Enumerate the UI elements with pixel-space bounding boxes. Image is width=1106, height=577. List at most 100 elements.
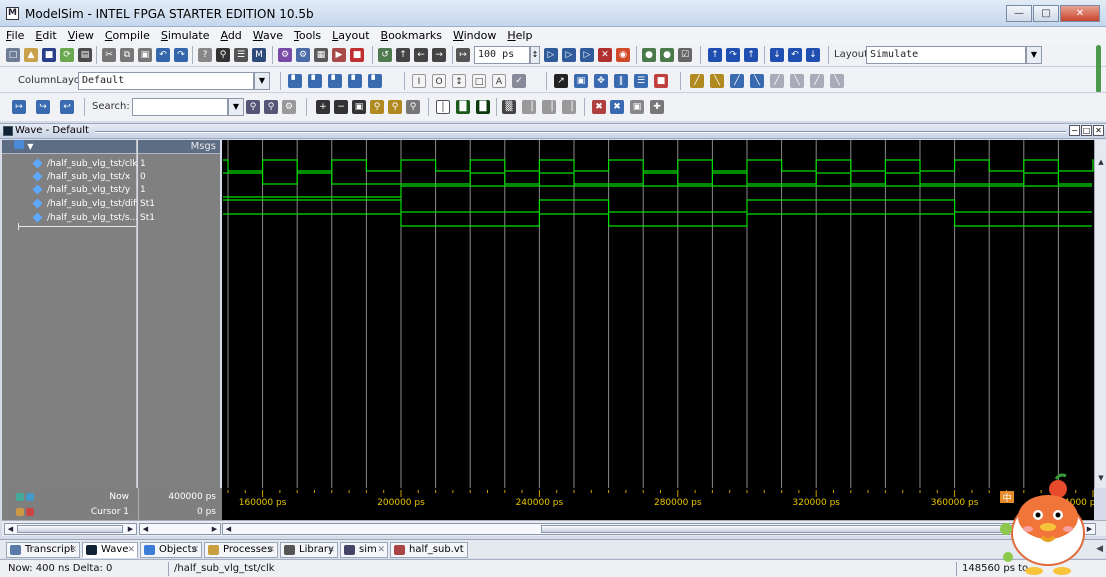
memory-icon[interactable]: ▦ bbox=[314, 48, 328, 62]
edit-mode-icon[interactable]: ‖ bbox=[614, 74, 628, 88]
stop-drawing-icon[interactable]: ■ bbox=[654, 74, 668, 88]
layout-select[interactable]: Simulate bbox=[866, 46, 1026, 64]
menu-help[interactable]: Help bbox=[507, 29, 532, 42]
insert-breakpoint-icon[interactable]: █ bbox=[456, 100, 470, 114]
time-ruler[interactable]: 160000 ps 200000 ps 240000 ps 280000 ps 3200… bbox=[222, 488, 1094, 520]
internal-filter-icon[interactable]: □ bbox=[472, 74, 486, 88]
back-icon[interactable]: ← bbox=[414, 48, 428, 62]
signal-row[interactable]: /half_sub_vlg_tst/y bbox=[4, 184, 137, 197]
save-icon[interactable]: ■ bbox=[42, 48, 56, 62]
finish-icon[interactable]: ◉ bbox=[616, 48, 630, 62]
menu-edit[interactable]: Edit bbox=[35, 29, 56, 42]
cursor-lock-icon[interactable] bbox=[16, 508, 24, 516]
find-edge-8-icon[interactable]: ╲ bbox=[830, 74, 844, 88]
menu-file[interactable]: File bbox=[6, 29, 24, 42]
modelsim-icon[interactable]: M bbox=[252, 48, 266, 62]
search-forward-icon[interactable]: ⚲ bbox=[246, 100, 260, 114]
cut-icon[interactable]: ✂ bbox=[102, 48, 116, 62]
zoom-out-icon[interactable]: − bbox=[334, 100, 348, 114]
open-folder-icon[interactable]: ▲ bbox=[24, 48, 38, 62]
scroll-left-icon[interactable]: ◀ bbox=[5, 524, 16, 534]
find-edge-6-icon[interactable]: ╲ bbox=[790, 74, 804, 88]
step-back-out-icon[interactable]: ↓ bbox=[806, 48, 820, 62]
maximize-icon[interactable]: □ bbox=[1033, 5, 1059, 22]
wave-close-icon[interactable]: ✕ bbox=[1093, 125, 1104, 136]
tab-scroll-left-icon[interactable]: ◀ bbox=[1096, 544, 1103, 554]
tree-icon[interactable]: ☰ bbox=[234, 48, 248, 62]
step-back-icon[interactable]: ↓ bbox=[770, 48, 784, 62]
undo-icon[interactable]: ↶ bbox=[156, 48, 170, 62]
search-options-icon[interactable]: ⚙ bbox=[282, 100, 296, 114]
find-icon[interactable]: ⚲ bbox=[216, 48, 230, 62]
find-edge-4-icon[interactable]: ╲ bbox=[750, 74, 764, 88]
close-icon[interactable]: ✕ bbox=[1060, 5, 1100, 22]
delete-cursor-icon[interactable]: ✖ bbox=[592, 100, 606, 114]
scroll-left-icon[interactable]: ◀ bbox=[223, 524, 234, 534]
scroll-up-icon[interactable]: ▲ bbox=[1095, 156, 1106, 168]
wave-format-3-icon[interactable]: ▕ bbox=[542, 100, 556, 114]
pan-mode-icon[interactable]: ✥ bbox=[594, 74, 608, 88]
zoom-cursor-icon[interactable]: ⚲ bbox=[370, 100, 384, 114]
stop-icon[interactable]: ✕ bbox=[598, 48, 612, 62]
print-icon[interactable]: ▤ bbox=[78, 48, 92, 62]
menu-simulate[interactable]: Simulate bbox=[161, 29, 210, 42]
tab-close-icon[interactable]: ✕ bbox=[191, 543, 199, 557]
find-edge-5-icon[interactable]: ╱ bbox=[770, 74, 784, 88]
menu-view[interactable]: View bbox=[68, 29, 94, 42]
names-hscroll[interactable]: ◀ ▶ bbox=[4, 523, 137, 535]
wave-format-2-icon[interactable]: ▕ bbox=[522, 100, 536, 114]
step-over-line-icon[interactable]: ↪ bbox=[36, 100, 50, 114]
tab-sim[interactable]: sim ✕ bbox=[340, 542, 388, 558]
wave-format-1-icon[interactable]: ▒ bbox=[502, 100, 516, 114]
signal-row[interactable]: /half_sub_vlg_tst/clk bbox=[4, 158, 137, 171]
scroll-right-icon[interactable]: ▶ bbox=[125, 524, 136, 534]
signal-row[interactable]: /half_sub_vlg_tst/s... bbox=[4, 212, 137, 225]
tab-processes[interactable]: Processes ✕ bbox=[204, 542, 278, 558]
step-up-icon[interactable]: ↑ bbox=[396, 48, 410, 62]
waveform-x[interactable] bbox=[223, 172, 1092, 185]
values-hscroll[interactable]: ◀ ▶ bbox=[139, 523, 221, 535]
waveform-display[interactable] bbox=[222, 140, 1094, 488]
find-edge-1-icon[interactable]: ╱ bbox=[690, 74, 704, 88]
wave-window-grip[interactable] bbox=[95, 131, 1066, 133]
waveform-y[interactable] bbox=[223, 185, 1092, 198]
tab-transcript[interactable]: Transcript ✕ bbox=[6, 542, 80, 558]
continue-icon[interactable]: ▷ bbox=[562, 48, 576, 62]
forward-icon[interactable]: → bbox=[432, 48, 446, 62]
wave-undock-icon[interactable]: − bbox=[1069, 125, 1080, 136]
wave-format-4-icon[interactable]: ▕ bbox=[562, 100, 576, 114]
find-edge-7-icon[interactable]: ╱ bbox=[810, 74, 824, 88]
step-over-icon[interactable]: ↷ bbox=[726, 48, 740, 62]
wave-tool-2-icon[interactable]: ▘ bbox=[308, 74, 322, 88]
wave-vertical-scrollbar[interactable]: ▲ ▼ bbox=[1094, 140, 1106, 488]
find-edge-2-icon[interactable]: ╲ bbox=[710, 74, 724, 88]
restart-icon[interactable]: ↺ bbox=[378, 48, 392, 62]
cursor-mode-icon[interactable]: ☰ bbox=[634, 74, 648, 88]
minimize-icon[interactable]: — bbox=[1006, 5, 1032, 22]
cursor-tool-icon[interactable]: ✚ bbox=[650, 100, 664, 114]
scroll-left-icon[interactable]: ◀ bbox=[140, 524, 151, 534]
cursor-delete-icon[interactable] bbox=[26, 508, 34, 516]
all-filter-icon[interactable]: A bbox=[492, 74, 506, 88]
run-icon[interactable]: ▷ bbox=[544, 48, 558, 62]
column-layout-select[interactable]: Default bbox=[78, 72, 254, 90]
step-into-icon[interactable]: ↦ bbox=[12, 100, 26, 114]
insert-group-icon[interactable]: █ bbox=[476, 100, 490, 114]
search-input[interactable] bbox=[132, 98, 228, 116]
tab-library[interactable]: Library ✕ bbox=[280, 542, 338, 558]
compile-all-icon[interactable]: ⚙ bbox=[296, 48, 310, 62]
zoom-full-icon[interactable]: ▣ bbox=[352, 100, 366, 114]
zoom-in-icon[interactable]: + bbox=[316, 100, 330, 114]
simulate-icon[interactable]: ▶ bbox=[332, 48, 346, 62]
memory-profile-icon[interactable]: ● bbox=[660, 48, 674, 62]
wave-tool-3-icon[interactable]: ▘ bbox=[328, 74, 342, 88]
wave-tool-1-icon[interactable]: ▘ bbox=[288, 74, 302, 88]
menu-bookmarks[interactable]: Bookmarks bbox=[381, 29, 442, 42]
add-cursor-icon[interactable]: ✖ bbox=[610, 100, 624, 114]
tab-objects[interactable]: Objects ✕ bbox=[140, 542, 202, 558]
paste-icon[interactable]: ▣ bbox=[138, 48, 152, 62]
wave-tool-5-icon[interactable]: ▘ bbox=[368, 74, 382, 88]
tab-close-icon[interactable]: ✕ bbox=[69, 543, 77, 557]
waveform-clk[interactable] bbox=[223, 159, 1094, 172]
run-length-field[interactable]: 100 ps bbox=[474, 46, 530, 64]
